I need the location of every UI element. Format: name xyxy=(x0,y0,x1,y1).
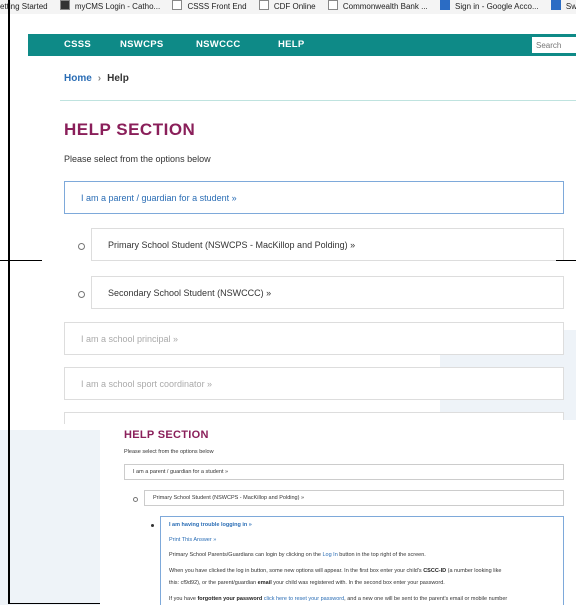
option-coordinator[interactable]: I am a school sport coordinator » xyxy=(64,367,564,400)
inset-option-parent[interactable]: I am a parent / guardian for a student » xyxy=(124,464,564,480)
nav-item-csss[interactable]: CSSS xyxy=(64,34,91,56)
inset-option-primary-label: Primary School Student (NSWCPS - MacKill… xyxy=(153,495,305,501)
login-link[interactable]: Log In xyxy=(322,552,337,558)
divider xyxy=(0,260,42,261)
answer-text: Primary School Parents/Guardians can log… xyxy=(169,552,426,558)
print-answer-link[interactable]: Print This Answer » xyxy=(169,537,216,543)
option-primary-label: Primary School Student (NSWCPS - MacKill… xyxy=(108,239,356,250)
breadcrumb-separator: › xyxy=(97,73,102,84)
inset-screenshot: HELP SECTION Please select from the opti… xyxy=(100,420,576,605)
nav-item-nswccc[interactable]: NSWCCC xyxy=(196,34,241,56)
option-principal-label: I am a school principal » xyxy=(81,333,179,344)
breadcrumb: Home › Help xyxy=(64,73,129,84)
option-parent-label: I am a parent / guardian for a student » xyxy=(81,192,237,203)
option-parent[interactable]: I am a parent / guardian for a student » xyxy=(64,181,564,214)
list-bullet-icon xyxy=(78,291,85,298)
option-primary[interactable]: Primary School Student (NSWCPS - MacKill… xyxy=(91,228,564,261)
breadcrumb-current: Help xyxy=(107,73,129,84)
divider xyxy=(60,100,576,101)
inset-question-link[interactable]: I am having trouble logging in » xyxy=(169,522,252,528)
option-principal[interactable]: I am a school principal » xyxy=(64,322,564,355)
inset-subtitle: Please select from the options below xyxy=(124,449,214,455)
breadcrumb-home-link[interactable]: Home xyxy=(64,73,92,84)
inset-answer-box: I am having trouble logging in » Print T… xyxy=(160,516,564,605)
answer-text: this: cf9d92), or the parent/guardian em… xyxy=(169,580,445,586)
reset-password-link[interactable]: click here to reset your password xyxy=(262,596,344,602)
option-secondary-label: Secondary School Student (NSWCCC) » xyxy=(108,287,272,298)
inset-title: HELP SECTION xyxy=(124,429,209,441)
answer-text: When you have clicked the log in button,… xyxy=(169,568,502,574)
option-coordinator-label: I am a school sport coordinator » xyxy=(81,378,213,389)
option-secondary[interactable]: Secondary School Student (NSWCCC) » xyxy=(91,276,564,309)
main-nav: CSSS NSWCPS NSWCCC HELP xyxy=(28,34,576,56)
nav-item-nswcps[interactable]: NSWCPS xyxy=(120,34,164,56)
page-title: HELP SECTION xyxy=(64,120,196,139)
inset-option-primary[interactable]: Primary School Student (NSWCPS - MacKill… xyxy=(144,490,564,506)
list-bullet-icon xyxy=(151,524,154,527)
nav-item-help[interactable]: HELP xyxy=(278,34,305,56)
list-bullet-icon xyxy=(133,497,138,502)
divider xyxy=(556,260,576,261)
inset-option-parent-label: I am a parent / guardian for a student » xyxy=(133,469,229,475)
page-subtitle: Please select from the options below xyxy=(64,154,211,164)
list-bullet-icon xyxy=(78,243,85,250)
search-input[interactable] xyxy=(532,37,576,53)
answer-text: If you have forgotten your password clic… xyxy=(169,596,508,602)
